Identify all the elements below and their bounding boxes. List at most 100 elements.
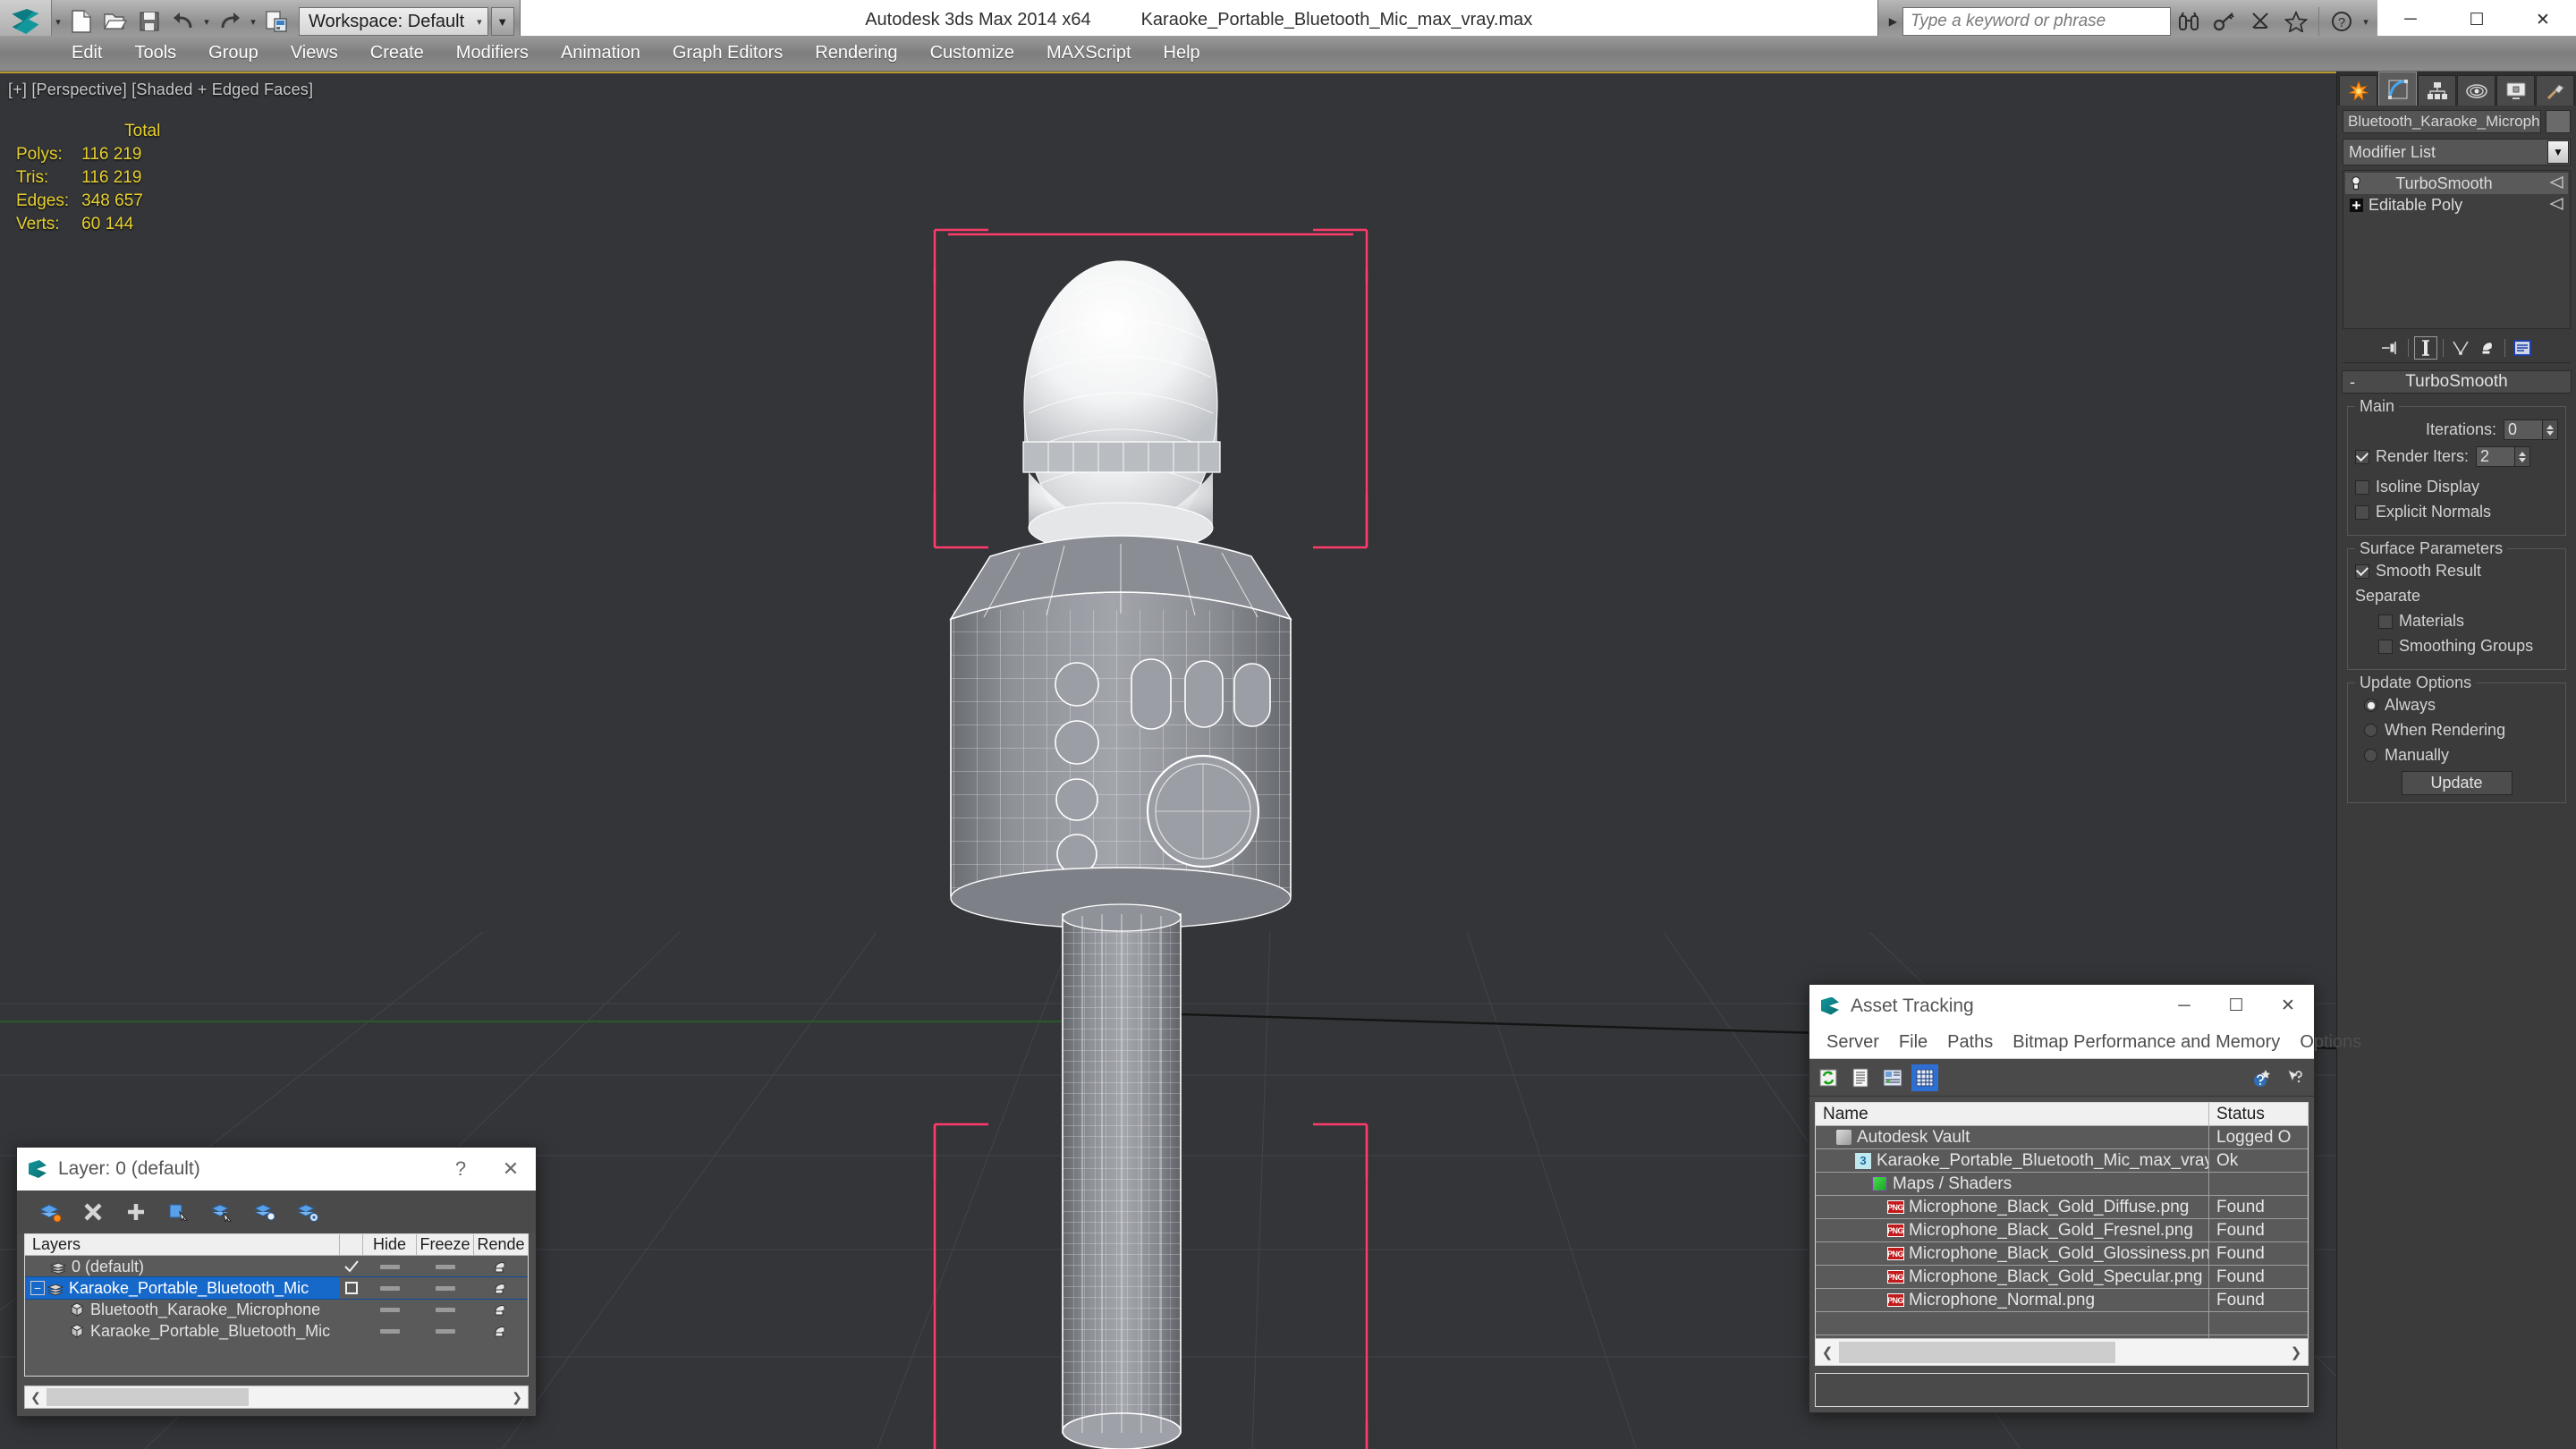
scroll-left-icon[interactable]: ❮ (25, 1386, 47, 1408)
turbosmooth-rollout-header[interactable]: - TurboSmooth (2342, 370, 2572, 394)
scrollbar-track[interactable] (1839, 1339, 2284, 1366)
menu-item-maxscript[interactable]: MAXScript (1030, 36, 1147, 72)
column-header-name[interactable]: Name (1816, 1103, 2209, 1125)
table-row[interactable]: PNG Microphone_Black_Gold_Glossiness.png… (1816, 1242, 2308, 1266)
hide-toggle[interactable] (363, 1299, 417, 1320)
app-menu-chevron-down-icon[interactable]: ▾ (52, 4, 64, 39)
render-iters-stepper[interactable]: 2 (2476, 446, 2531, 467)
render-iters-checkbox[interactable] (2355, 449, 2369, 464)
highlight-selected-objects-icon[interactable] (251, 1199, 278, 1225)
search-input[interactable]: Type a keyword or phrase (1902, 7, 2171, 36)
menu-item-animation[interactable]: Animation (545, 36, 657, 72)
detail-view-icon[interactable] (1881, 1066, 1904, 1089)
menu-item-tools[interactable]: Tools (118, 36, 192, 72)
table-row[interactable]: PNG Microphone_Black_Gold_Fresnel.png Fo… (1816, 1219, 2308, 1242)
hide-toggle[interactable] (363, 1256, 417, 1277)
menu-item-graph-editors[interactable]: Graph Editors (657, 36, 799, 72)
render-toggle[interactable] (474, 1256, 528, 1277)
scrollbar-track[interactable] (47, 1386, 506, 1408)
hide-toggle[interactable] (363, 1277, 417, 1299)
redo-icon[interactable] (213, 4, 247, 39)
plus-expand-icon[interactable] (2349, 198, 2363, 212)
scroll-right-icon[interactable]: ❯ (2284, 1339, 2308, 1366)
column-header-freeze[interactable]: Freeze (417, 1234, 474, 1255)
modifier-stack-item-editable-poly[interactable]: Editable Poly (2345, 194, 2568, 216)
layer-window[interactable]: Layer: 0 (default) ? ✕ Layers Hide Freez… (16, 1147, 537, 1417)
column-header-status[interactable]: Status (2209, 1103, 2308, 1125)
iterations-spinner-buttons[interactable] (2543, 419, 2558, 440)
hide-toggle[interactable] (363, 1320, 417, 1342)
column-header-current[interactable] (340, 1234, 363, 1255)
explicit-normals-checkbox[interactable] (2355, 504, 2369, 520)
render-toggle[interactable] (474, 1320, 528, 1342)
show-end-result-icon[interactable] (2414, 335, 2437, 360)
layer-name-cell[interactable]: − Karaoke_Portable_Bluetooth_Mic (25, 1277, 340, 1299)
column-header-hide[interactable]: Hide (363, 1234, 417, 1255)
add-selection-to-layer-icon[interactable] (123, 1199, 149, 1225)
show-end-result-toggle-icon[interactable] (2548, 174, 2564, 193)
at-menu-options[interactable]: Options (2290, 1032, 2371, 1053)
menu-item-views[interactable]: Views (275, 36, 354, 72)
table-row[interactable]: PNG Microphone_Normal.png Found (1816, 1289, 2308, 1312)
lightbulb-icon[interactable] (2349, 176, 2363, 191)
workspace-selector[interactable]: Workspace: Default ▾ (299, 7, 488, 36)
select-highlighted-objects-icon[interactable] (208, 1199, 235, 1225)
smoothing-groups-checkbox[interactable] (2378, 639, 2393, 654)
column-header-layers[interactable]: Layers (25, 1234, 340, 1255)
hierarchy-tab[interactable] (2418, 75, 2456, 106)
render-iters-value[interactable]: 2 (2476, 446, 2516, 467)
show-end-result-toggle-icon[interactable] (2548, 196, 2564, 215)
column-header-render[interactable]: Rende (474, 1234, 528, 1255)
current-layer-checkbox[interactable] (340, 1277, 363, 1299)
modify-tab[interactable] (2378, 72, 2417, 106)
update-option-when-rendering-radio[interactable] (2364, 724, 2377, 737)
menu-item-customize[interactable]: Customize (914, 36, 1030, 72)
viewport-label[interactable]: [+] [Perspective] [Shaded + Edged Faces] (8, 80, 313, 99)
select-objects-in-layer-icon[interactable] (165, 1199, 192, 1225)
modifier-stack[interactable]: TurboSmooth Editable Poly (2343, 170, 2571, 329)
make-unique-icon[interactable] (2449, 336, 2472, 360)
iterations-stepper[interactable]: 0 (2504, 419, 2558, 440)
modifier-list-dropdown[interactable]: Modifier List ▼ (2343, 139, 2571, 165)
project-folder-icon[interactable] (259, 4, 293, 39)
configure-modifier-sets-icon[interactable] (2511, 336, 2534, 360)
update-option-always-radio[interactable] (2364, 699, 2377, 712)
redo-dropdown-icon[interactable]: ▾ (247, 4, 259, 39)
layer-list[interactable]: Layers Hide Freeze Rende 0 (default) − K… (24, 1233, 529, 1377)
remove-modifier-icon[interactable] (2476, 336, 2499, 360)
layer-help-button[interactable]: ? (436, 1148, 486, 1191)
scroll-left-icon[interactable]: ❮ (1816, 1339, 1839, 1366)
context-help-icon[interactable] (2284, 1066, 2307, 1089)
utilities-tab[interactable] (2536, 75, 2574, 106)
subscription-key-icon[interactable] (2207, 4, 2242, 39)
isoline-display-checkbox[interactable] (2355, 479, 2369, 495)
asset-tracking-list[interactable]: Name Status Autodesk Vault Logged O 3 Ka… (1815, 1102, 2309, 1366)
list-view-icon[interactable] (1849, 1066, 1872, 1089)
asset-tracking-window[interactable]: Asset Tracking ─ ☐ ✕ Server File Paths B… (1809, 984, 2361, 1413)
list-item[interactable]: 0 (default) (25, 1256, 528, 1277)
new-file-icon[interactable] (64, 4, 98, 39)
help-icon[interactable]: ? (2324, 4, 2360, 39)
delete-layer-icon[interactable] (80, 1199, 106, 1225)
menu-item-modifiers[interactable]: Modifiers (440, 36, 545, 72)
infocenter-expand-icon[interactable]: ▶ (1884, 15, 1902, 28)
asset-tracking-maximize-button[interactable]: ☐ (2210, 985, 2262, 1027)
render-iters-spinner-buttons[interactable] (2515, 446, 2531, 467)
layer-properties-icon[interactable] (294, 1199, 321, 1225)
render-toggle[interactable] (474, 1277, 528, 1299)
at-menu-server[interactable]: Server (1817, 1032, 1889, 1053)
smooth-result-checkbox[interactable] (2355, 564, 2369, 579)
object-color-swatch[interactable] (2546, 110, 2571, 133)
table-row[interactable]: PNG Microphone_Black_Gold_Specular.png F… (1816, 1266, 2308, 1289)
pin-stack-icon[interactable] (2379, 336, 2402, 360)
refresh-icon[interactable] (1817, 1066, 1840, 1089)
freeze-toggle[interactable] (417, 1256, 474, 1277)
menu-item-help[interactable]: Help (1148, 36, 1216, 72)
scrollbar-thumb[interactable] (1839, 1341, 2115, 1363)
scroll-right-icon[interactable]: ❯ (506, 1386, 528, 1408)
create-tab[interactable] (2339, 75, 2377, 106)
display-tab[interactable] (2496, 75, 2535, 106)
grid-view-icon[interactable] (1911, 1063, 1938, 1091)
asset-list-horizontal-scrollbar[interactable]: ❮ ❯ (1816, 1338, 2308, 1365)
modifier-stack-item-turbosmooth[interactable]: TurboSmooth (2345, 173, 2568, 194)
